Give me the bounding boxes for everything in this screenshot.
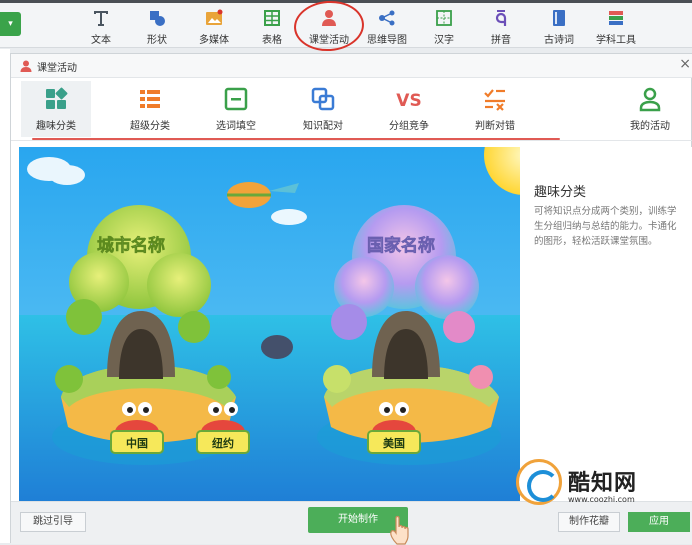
svg-text:VS: VS	[396, 91, 421, 111]
vs-icon: VS	[396, 91, 421, 111]
chinese-character-icon	[436, 10, 452, 26]
watermark-url: www.coozhi.com	[568, 495, 635, 504]
activity-info-panel: 趣味分类 可将知识点分成两个类别，训练学生分组归纳与总结的能力。卡通化的图形，轻…	[520, 147, 692, 501]
toolbar-label: 表格	[262, 35, 282, 46]
toolbar-shape-button[interactable]: 形状	[127, 6, 187, 46]
tab-group-compete[interactable]: VS 分组竞争	[374, 86, 444, 134]
toolbar-subject-tools-button[interactable]: 学科工具	[586, 6, 646, 46]
tab-fill-blank[interactable]: 选词填空	[201, 86, 271, 134]
crab-label: 美国	[383, 436, 405, 450]
tab-label: 知识配对	[303, 121, 343, 132]
toolbar-label: 文本	[91, 35, 111, 46]
tab-label: 我的活动	[630, 121, 670, 132]
mind-map-icon	[379, 10, 395, 26]
pinyin-icon	[495, 10, 507, 26]
toolbar-poetry-button[interactable]: 古诗词	[529, 6, 589, 46]
tab-super-classify[interactable]: 超级分类	[115, 86, 185, 134]
watermark-brand: 酷知网	[568, 471, 638, 496]
tab-label: 选词填空	[216, 121, 256, 132]
list-icon	[140, 90, 160, 108]
left-island-title: 城市名称	[97, 235, 165, 256]
tab-label: 趣味分类	[36, 121, 76, 132]
tab-my-activities[interactable]: 我的活动	[615, 86, 685, 134]
activity-preview-image: 城市名称 国家名称 中国 纽约 美国	[19, 147, 520, 501]
grid-icon	[46, 87, 68, 109]
match-icon	[311, 87, 335, 111]
person-icon	[639, 87, 661, 112]
poetry-icon	[553, 10, 565, 26]
toolbar-chinese-character-button[interactable]: 汉字	[414, 6, 474, 46]
toolbar-mind-map-button[interactable]: 思维导图	[357, 6, 417, 46]
toolbar-multimedia-button[interactable]: 多媒体	[184, 6, 244, 46]
user-icon	[20, 60, 32, 72]
toolbar-label: 多媒体	[199, 35, 229, 46]
text-icon	[94, 11, 108, 26]
make-button[interactable]: 制作花瓣	[558, 512, 620, 532]
toolbar-label: 汉字	[434, 35, 454, 46]
toolbar-label: 形状	[147, 35, 167, 46]
right-island-title: 国家名称	[367, 235, 435, 256]
tab-label: 超级分类	[130, 121, 170, 132]
close-icon[interactable]: ×	[679, 56, 691, 72]
toolbar-text-button[interactable]: 文本	[71, 6, 131, 46]
dropdown-toggle-button[interactable]: ▾	[0, 12, 21, 36]
tab-label: 判断对错	[475, 121, 515, 132]
dialog-title-bar: 课堂活动 ×	[11, 54, 692, 78]
activity-description: 可将知识点分成两个类别，训练学生分组归纳与总结的能力。卡通化的图形，轻松活跃课堂…	[534, 206, 677, 247]
subject-tools-icon	[609, 11, 623, 25]
skip-guide-button[interactable]: 跳过引导	[20, 512, 86, 532]
tab-divider	[11, 140, 692, 141]
activity-title: 趣味分类	[534, 185, 587, 200]
logo-icon	[516, 459, 562, 505]
toolbar-pinyin-button[interactable]: 拼音	[471, 6, 531, 46]
hand-pointer-icon	[390, 515, 409, 545]
fill-blank-icon	[224, 87, 248, 111]
apply-button[interactable]: 应用	[628, 512, 690, 532]
tab-knowledge-match[interactable]: 知识配对	[288, 86, 358, 134]
toolbar-label: 拼音	[491, 35, 511, 46]
toolbar-label: 思维导图	[367, 35, 407, 46]
table-icon	[264, 10, 280, 26]
watermark-logo: 酷知网 www.coozhi.com	[508, 455, 692, 515]
dialog-title: 课堂活动	[37, 63, 77, 74]
multimedia-icon	[206, 9, 223, 25]
tab-label: 分组竞争	[389, 121, 429, 132]
tab-fun-classify[interactable]: 趣味分类	[21, 86, 91, 134]
ribbon-toolbar: ▾ 文本 形状 多媒体 表格 课堂活动 思维导图 汉字 拼音 古诗词 学科工具	[0, 0, 692, 54]
left-gutter	[0, 49, 10, 543]
crab-label: 中国	[126, 436, 148, 450]
toolbar-label: 古诗词	[544, 35, 574, 46]
tab-true-false[interactable]: 判断对错	[460, 86, 530, 134]
check-cross-icon	[484, 89, 505, 111]
crab-label: 纽约	[212, 436, 234, 450]
shape-icon	[150, 11, 165, 26]
toolbar-label: 学科工具	[596, 35, 636, 46]
